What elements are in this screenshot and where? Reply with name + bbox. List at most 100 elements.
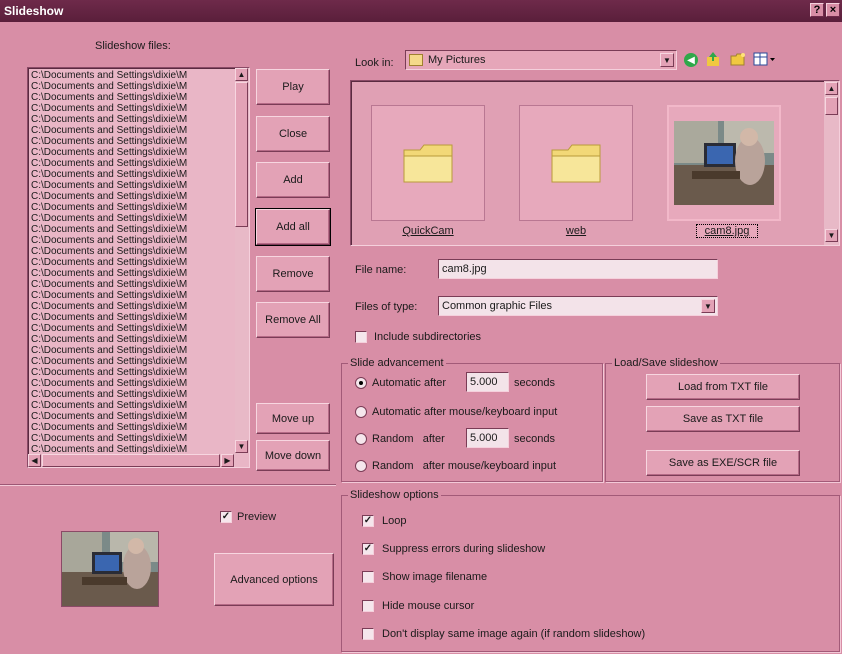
hscroll-thumb[interactable]	[42, 454, 220, 467]
look-in-dropdown[interactable]: My Pictures ▼	[405, 50, 677, 70]
new-folder-icon[interactable]	[730, 52, 746, 66]
file-list-item[interactable]: C:\Documents and Settings\dixie\M	[28, 180, 233, 191]
random-input-radio[interactable]	[355, 460, 367, 472]
hide-cursor-checkbox[interactable]	[362, 600, 374, 612]
browser-vertical-scrollbar[interactable]: ▲ ▼	[824, 81, 839, 245]
window-title: Slideshow	[4, 4, 64, 18]
folder-tile[interactable]	[519, 105, 633, 221]
include-subdirectories-checkbox[interactable]	[355, 331, 367, 343]
file-list-item[interactable]: C:\Documents and Settings\dixie\M	[28, 433, 233, 444]
preview-checkbox[interactable]: ✓	[220, 511, 232, 523]
scroll-down-arrow-icon[interactable]: ▼	[235, 440, 248, 453]
slideshow-files-list[interactable]: C:\Documents and Settings\dixie\M C:\Docu…	[27, 67, 250, 468]
file-list-item[interactable]: C:\Documents and Settings\dixie\M	[28, 224, 233, 235]
up-folder-icon[interactable]	[705, 51, 721, 67]
file-list-item[interactable]: C:\Documents and Settings\dixie\M	[28, 378, 233, 389]
view-menu-icon[interactable]	[753, 52, 777, 66]
include-subdirectories-label: Include subdirectories	[374, 331, 482, 343]
auto-seconds-input[interactable]: 5.000	[466, 372, 509, 392]
folder-icon	[551, 144, 601, 183]
browser-scroll-up-arrow-icon[interactable]: ▲	[825, 82, 838, 95]
scroll-right-arrow-icon[interactable]: ▶	[221, 454, 234, 467]
close-button[interactable]: Close	[256, 116, 330, 152]
show-filename-checkbox[interactable]	[362, 571, 374, 583]
folder-tile[interactable]	[371, 105, 485, 221]
random-seconds-input[interactable]: 5.000	[466, 428, 509, 448]
scroll-thumb[interactable]	[235, 82, 248, 227]
random-seconds-unit: seconds	[514, 433, 555, 445]
look-in-label: Look in:	[355, 57, 394, 69]
files-horizontal-scrollbar[interactable]: ◀ ▶	[28, 454, 235, 467]
file-list-item[interactable]: C:\Documents and Settings\dixie\M	[28, 422, 233, 433]
file-list-item[interactable]: C:\Documents and Settings\dixie\M	[28, 268, 233, 279]
file-list-item[interactable]: C:\Documents and Settings\dixie\M	[28, 389, 233, 400]
file-list-item[interactable]: C:\Documents and Settings\dixie\M	[28, 158, 233, 169]
files-of-type-dropdown[interactable]: Common graphic Files ▼	[438, 296, 718, 316]
left-separator	[0, 484, 336, 486]
file-list-item[interactable]: C:\Documents and Settings\dixie\M	[28, 323, 233, 334]
file-list-item[interactable]: C:\Documents and Settings\dixie\M	[28, 81, 233, 92]
save-as-txt-button[interactable]: Save as TXT file	[646, 406, 800, 432]
file-list-item[interactable]: C:\Documents and Settings\dixie\M	[28, 169, 233, 180]
file-list-item[interactable]: C:\Documents and Settings\dixie\M	[28, 235, 233, 246]
no-repeat-checkbox[interactable]	[362, 628, 374, 640]
file-list-item[interactable]: C:\Documents and Settings\dixie\M	[28, 103, 233, 114]
remove-button[interactable]: Remove	[256, 256, 330, 292]
auto-input-radio[interactable]	[355, 406, 367, 418]
close-window-button[interactable]: ×	[826, 3, 840, 17]
file-tile-label[interactable]: QuickCam	[368, 225, 488, 237]
play-button[interactable]: Play	[256, 69, 330, 105]
file-tile-label[interactable]: web	[516, 225, 636, 237]
file-list-item[interactable]: C:\Documents and Settings\dixie\M	[28, 213, 233, 224]
file-list-item[interactable]: C:\Documents and Settings\dixie\M	[28, 367, 233, 378]
file-list-item[interactable]: C:\Documents and Settings\dixie\M	[28, 70, 233, 81]
file-browser-pane[interactable]: QuickCam web cam8.jpg ▲ ▼	[350, 80, 840, 246]
back-arrow-icon[interactable]: ◀	[684, 53, 698, 67]
suppress-errors-checkbox[interactable]: ✓	[362, 543, 374, 555]
file-list-item[interactable]: C:\Documents and Settings\dixie\M	[28, 356, 233, 367]
file-list-item[interactable]: C:\Documents and Settings\dixie\M	[28, 312, 233, 323]
file-list-item[interactable]: C:\Documents and Settings\dixie\M	[28, 92, 233, 103]
add-button[interactable]: Add	[256, 162, 330, 198]
help-button[interactable]: ?	[810, 3, 824, 17]
file-list-item[interactable]: C:\Documents and Settings\dixie\M	[28, 290, 233, 301]
file-list-item[interactable]: C:\Documents and Settings\dixie\M	[28, 279, 233, 290]
files-of-type-arrow-icon[interactable]: ▼	[701, 299, 715, 313]
files-vertical-scrollbar[interactable]: ▲ ▼	[235, 68, 249, 454]
file-list-item[interactable]: C:\Documents and Settings\dixie\M	[28, 334, 233, 345]
random-after-label: Random after	[372, 433, 445, 445]
advanced-options-button[interactable]: Advanced options	[214, 553, 334, 606]
file-list-item[interactable]: C:\Documents and Settings\dixie\M	[28, 400, 233, 411]
file-list-item[interactable]: C:\Documents and Settings\dixie\M	[28, 114, 233, 125]
file-list-item[interactable]: C:\Documents and Settings\dixie\M	[28, 125, 233, 136]
random-input-label: Random after mouse/keyboard input	[372, 460, 557, 472]
remove-all-button[interactable]: Remove All	[256, 302, 330, 338]
browser-scroll-thumb[interactable]	[825, 97, 838, 115]
look-in-dropdown-arrow-icon[interactable]: ▼	[660, 53, 674, 67]
auto-after-radio[interactable]	[355, 377, 367, 389]
save-as-exe-button[interactable]: Save as EXE/SCR file	[646, 450, 800, 476]
image-tile[interactable]	[667, 105, 781, 221]
random-after-radio[interactable]	[355, 433, 367, 445]
file-list-item[interactable]: C:\Documents and Settings\dixie\M	[28, 191, 233, 202]
file-tile-label[interactable]: cam8.jpg	[696, 224, 758, 238]
file-list-item[interactable]: C:\Documents and Settings\dixie\M	[28, 301, 233, 312]
scroll-left-arrow-icon[interactable]: ◀	[28, 454, 41, 467]
load-from-txt-button[interactable]: Load from TXT file	[646, 374, 800, 400]
scroll-up-arrow-icon[interactable]: ▲	[235, 68, 248, 81]
add-all-button[interactable]: Add all	[255, 208, 331, 246]
move-up-button[interactable]: Move up	[256, 403, 330, 434]
loop-checkbox[interactable]: ✓	[362, 515, 374, 527]
file-list-item[interactable]: C:\Documents and Settings\dixie\M	[28, 411, 233, 422]
file-list-item[interactable]: C:\Documents and Settings\dixie\M	[28, 202, 233, 213]
file-list-item[interactable]: C:\Documents and Settings\dixie\M	[28, 136, 233, 147]
file-list-item[interactable]: C:\Documents and Settings\dixie\M	[28, 246, 233, 257]
file-name-input[interactable]: cam8.jpg	[438, 259, 718, 279]
file-list-item[interactable]: C:\Documents and Settings\dixie\M	[28, 345, 233, 356]
file-list-item[interactable]: C:\Documents and Settings\dixie\M	[28, 147, 233, 158]
load-save-label: Load/Save slideshow	[612, 357, 720, 369]
move-down-button[interactable]: Move down	[256, 440, 330, 471]
file-list-item[interactable]: C:\Documents and Settings\dixie\M	[28, 257, 233, 268]
auto-seconds-unit: seconds	[514, 377, 555, 389]
browser-scroll-down-arrow-icon[interactable]: ▼	[825, 229, 838, 242]
